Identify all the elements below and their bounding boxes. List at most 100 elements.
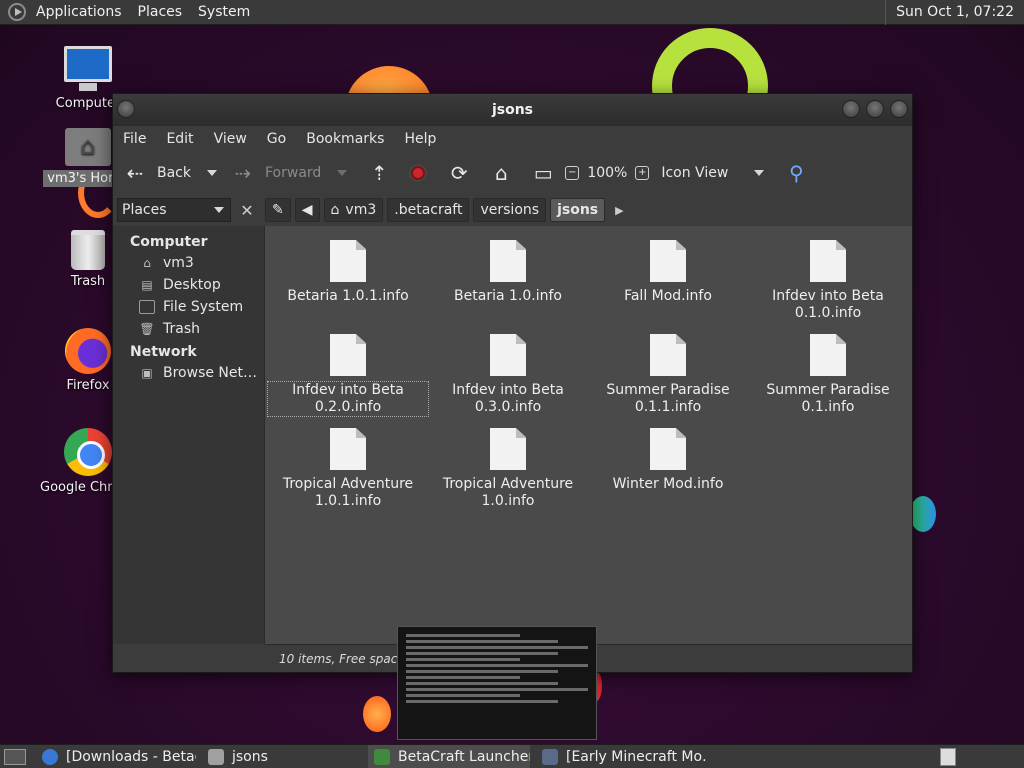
file-item[interactable]: Tropical Adventure 1.0.info <box>428 428 588 510</box>
forward-history-dropdown[interactable] <box>337 170 348 176</box>
file-manager-window: jsons File Edit View Go Bookmarks Help ⇠… <box>112 93 913 673</box>
top-panel: Applications Places System Sun Oct 1, 07… <box>0 0 1024 25</box>
file-item[interactable]: Infdev into Beta 0.1.0.info <box>748 240 908 322</box>
task-jsons[interactable]: jsons <box>202 745 362 768</box>
breadcrumb-right-arrow[interactable]: ▶ <box>609 204 629 217</box>
file-item[interactable]: Betaria 1.0.1.info <box>268 240 428 305</box>
edit-location-icon[interactable]: ✎ <box>265 198 291 222</box>
menu-help[interactable]: Help <box>394 131 446 147</box>
file-item[interactable]: Infdev into Beta 0.2.0.info <box>267 334 429 417</box>
zoom-out-icon[interactable]: − <box>565 166 580 180</box>
menu-applications[interactable]: Applications <box>28 0 130 25</box>
sidebar-item-trash[interactable]: 🗑 Trash <box>113 318 264 340</box>
menu-view[interactable]: View <box>204 131 257 147</box>
sidebar-item-desktop[interactable]: ▤ Desktop <box>113 274 264 296</box>
text-file-icon <box>650 334 686 376</box>
trash-icon: 🗑 <box>139 322 155 336</box>
menu-system[interactable]: System <box>190 0 258 25</box>
file-item[interactable]: Infdev into Beta 0.3.0.info <box>428 334 588 416</box>
clock[interactable]: Sun Oct 1, 07:22 <box>885 0 1024 25</box>
show-desktop-button[interactable] <box>4 748 26 765</box>
home-folder-icon <box>65 128 111 166</box>
menu-places[interactable]: Places <box>130 0 191 25</box>
text-file-icon <box>650 428 686 470</box>
wallpaper-small-orange-shape <box>363 696 391 732</box>
forward-button[interactable]: ⇢ Forward <box>231 152 322 194</box>
task-betacraft-launcher[interactable]: BetaCraft Launcher … <box>368 744 530 768</box>
file-item[interactable]: Summer Paradise 0.1.1.info <box>588 334 748 416</box>
menu-edit[interactable]: Edit <box>156 131 203 147</box>
zoom-level[interactable]: 100% <box>587 165 627 181</box>
file-item[interactable]: Betaria 1.0.info <box>428 240 588 305</box>
window-titlebar[interactable]: jsons <box>113 94 912 126</box>
sidebar-heading-computer: Computer <box>130 234 208 250</box>
breadcrumb-vm3[interactable]: ⌂ vm3 <box>323 198 384 222</box>
back-history-dropdown[interactable] <box>207 170 217 176</box>
breadcrumb-versions[interactable]: versions <box>473 198 547 222</box>
file-item[interactable]: Tropical Adventure 1.0.1.info <box>268 428 428 510</box>
icon-view[interactable]: Betaria 1.0.1.info Betaria 1.0.info Fall… <box>265 226 912 644</box>
task-downloads[interactable]: [Downloads - Betac… <box>36 745 196 768</box>
places-sidebar: Computer ⌂ vm3 ▤ Desktop File System 🗑 T… <box>113 226 265 644</box>
forward-arrow-icon: ⇢ <box>234 161 252 185</box>
workspace-switcher[interactable] <box>940 748 956 766</box>
view-mode-select[interactable]: Icon View <box>661 165 728 181</box>
breadcrumb-left-arrow[interactable]: ◀ <box>294 198 320 222</box>
toolbar: ⇠ Back ⇢ Forward ⇡ ⟳ ⌂ ▭ − 100% + Icon V… <box>113 152 912 194</box>
trash-icon <box>71 230 105 270</box>
breadcrumb-jsons[interactable]: jsons <box>550 198 606 222</box>
desktop-folder-icon: ▤ <box>141 278 153 292</box>
menu-go[interactable]: Go <box>257 131 296 147</box>
chrome-icon <box>64 428 112 476</box>
menu-file[interactable]: File <box>113 131 156 147</box>
maximize-button[interactable] <box>866 100 884 118</box>
up-arrow-icon[interactable]: ⇡ <box>367 161 391 185</box>
sidebar-pane-select[interactable]: Places <box>117 198 231 222</box>
content-area: Computer ⌂ vm3 ▤ Desktop File System 🗑 T… <box>113 226 912 644</box>
home-folder-icon: ⌂ <box>330 202 340 218</box>
breadcrumb-betacraft[interactable]: .betacraft <box>387 198 470 222</box>
text-file-icon <box>330 334 366 376</box>
sidebar-item-browse-network[interactable]: ▣ Browse Net… <box>113 362 264 384</box>
home-folder-icon: ⌂ <box>143 256 151 270</box>
file-item[interactable]: Winter Mod.info <box>588 428 748 493</box>
text-file-icon <box>330 240 366 282</box>
folder-icon <box>208 748 224 765</box>
text-file-icon <box>490 240 526 282</box>
menu-bookmarks[interactable]: Bookmarks <box>296 131 394 147</box>
wallpaper-cyan-shape <box>910 496 936 532</box>
betacraft-icon <box>374 748 390 765</box>
network-icon: ▣ <box>141 366 153 380</box>
text-file-icon <box>330 428 366 470</box>
window-menu-button[interactable] <box>117 100 135 118</box>
text-file-icon <box>490 428 526 470</box>
file-item[interactable]: Fall Mod.info <box>588 240 748 305</box>
sidebar-item-file-system[interactable]: File System <box>113 296 264 318</box>
os-logo-icon[interactable] <box>8 3 26 21</box>
sidebar-item-vm3[interactable]: ⌂ vm3 <box>113 252 264 274</box>
back-button[interactable]: ⇠ Back <box>123 152 191 194</box>
close-sidebar-icon[interactable]: ✕ <box>237 201 257 220</box>
home-icon[interactable]: ⌂ <box>489 161 513 185</box>
reload-icon[interactable]: ⟳ <box>447 161 471 185</box>
breadcrumb: ✎ ◀ ⌂ vm3 .betacraft versions jsons ▶ <box>265 194 630 226</box>
zoom-in-icon[interactable]: + <box>635 166 650 180</box>
menubar: File Edit View Go Bookmarks Help <box>113 126 912 152</box>
computer-icon[interactable]: ▭ <box>531 161 555 185</box>
location-bar: Places ✕ ✎ ◀ ⌂ vm3 .betacraft versions j… <box>113 194 912 226</box>
bottom-panel: [Downloads - Betac… jsons BetaCraft Laun… <box>0 744 1024 768</box>
drive-icon <box>139 299 155 315</box>
file-item[interactable]: Summer Paradise 0.1.info <box>748 334 908 416</box>
text-file-icon <box>490 334 526 376</box>
close-button[interactable] <box>890 100 908 118</box>
task-early-minecraft[interactable]: [Early Minecraft Mo… <box>536 745 706 768</box>
minimize-button[interactable] <box>842 100 860 118</box>
stop-icon <box>409 164 428 182</box>
search-icon[interactable]: ⚲ <box>784 161 808 185</box>
window-preview-thumbnail[interactable] <box>397 626 597 740</box>
text-file-icon <box>810 334 846 376</box>
chrome-icon <box>42 748 58 765</box>
view-mode-dropdown[interactable] <box>754 170 765 176</box>
stop-button[interactable] <box>409 164 428 182</box>
computer-icon <box>64 46 112 91</box>
